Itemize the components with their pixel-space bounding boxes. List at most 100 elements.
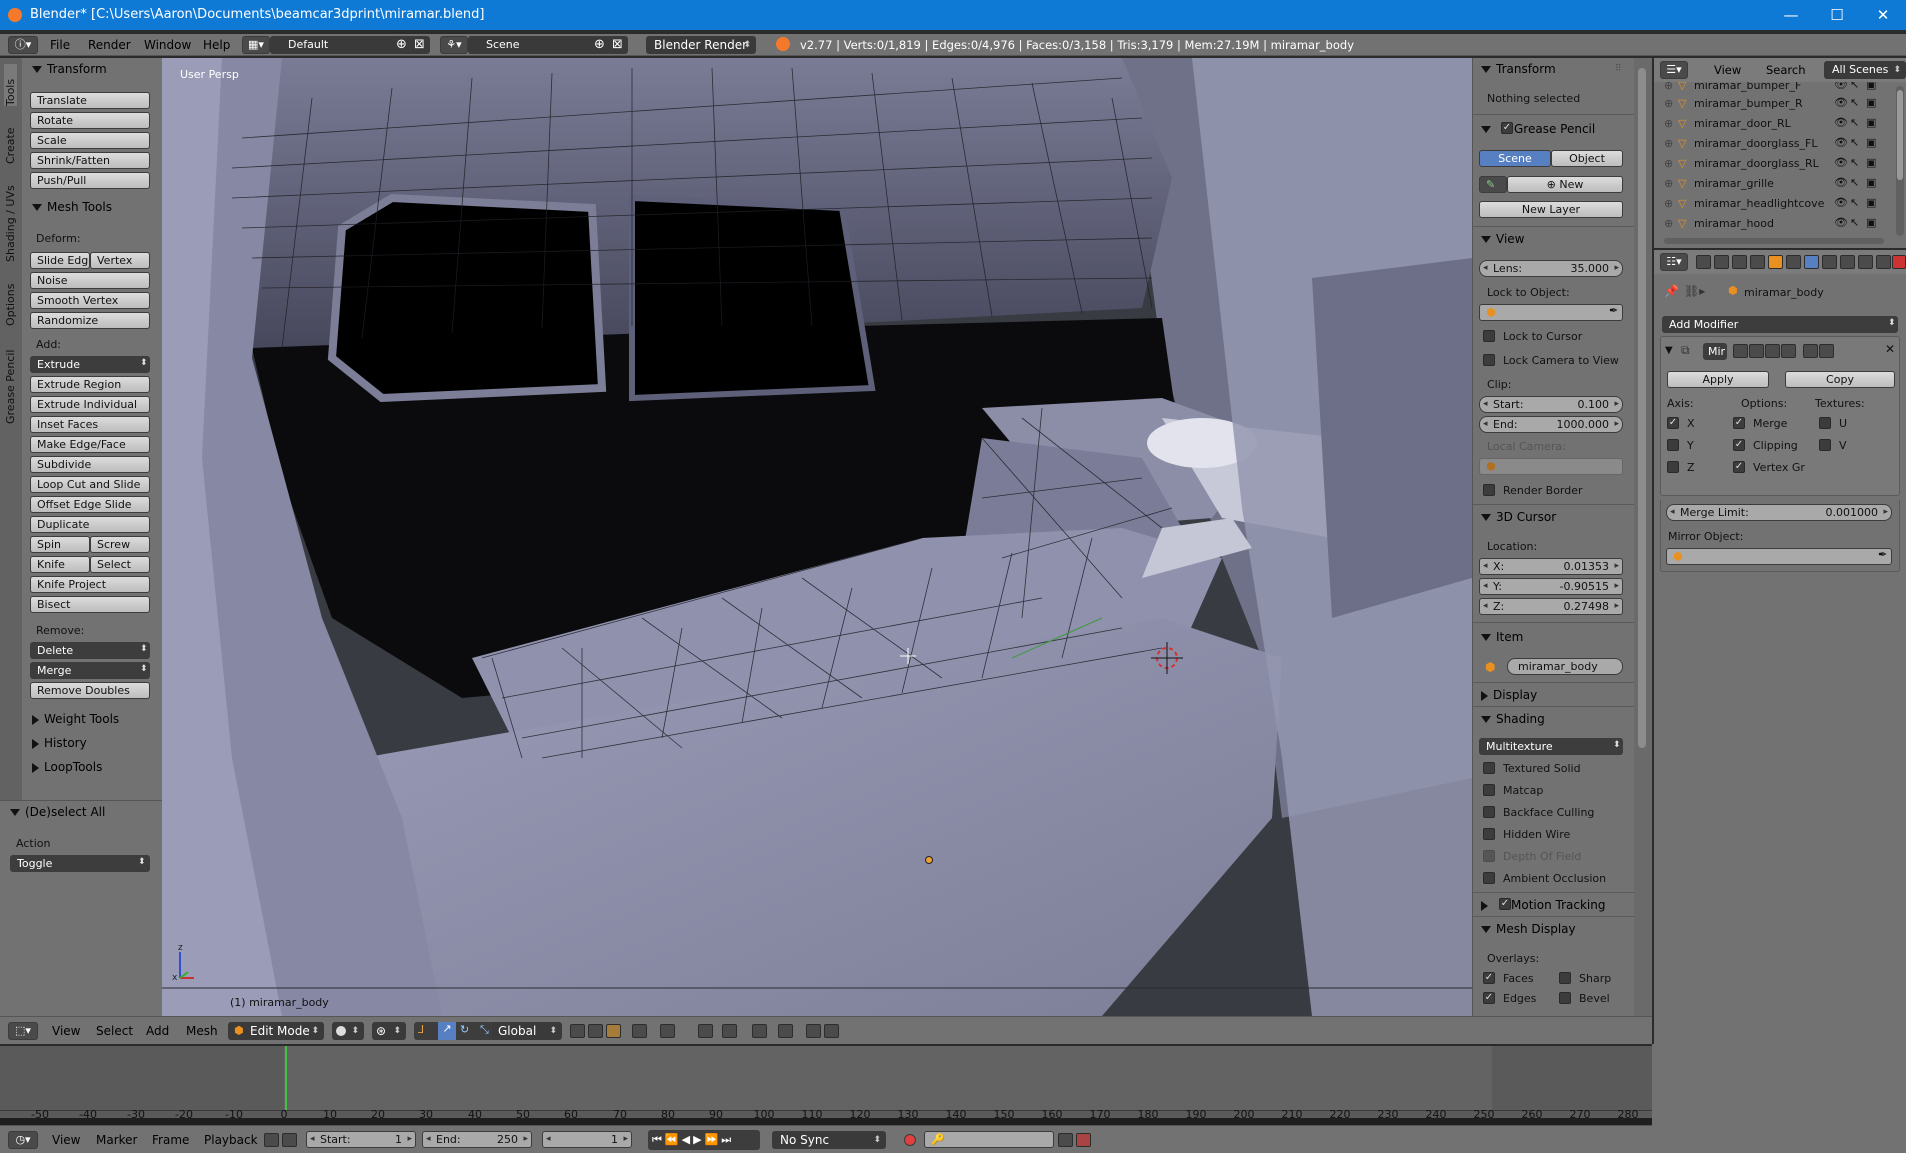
render-icon[interactable]: ▣ — [1866, 216, 1876, 229]
lock-cursor-checkbox[interactable] — [1483, 330, 1495, 342]
playback-menu[interactable]: Playback — [204, 1133, 258, 1147]
axis-z-checkbox[interactable] — [1667, 461, 1679, 473]
3d-viewport[interactable]: z x User Persp (1) miramar_body — [162, 58, 1472, 1016]
transform-panel-header[interactable]: Transform — [32, 62, 107, 76]
smooth-vertex-button[interactable]: Smooth Vertex — [30, 292, 150, 309]
physics-tab-icon[interactable] — [1892, 255, 1906, 269]
tab-grease-pencil[interactable]: Grease Pencil — [4, 334, 17, 424]
translate-manipulator-icon[interactable]: ↗ — [438, 1022, 456, 1040]
merge-checkbox[interactable]: ✓ — [1733, 417, 1745, 429]
record-icon[interactable] — [904, 1134, 916, 1146]
looptools-header[interactable]: LoopTools — [32, 760, 102, 774]
tab-create[interactable]: Create — [4, 114, 17, 164]
outliner-editor-icon[interactable]: ☰▾ — [1660, 61, 1688, 79]
outliner-hscrollbar[interactable] — [1664, 238, 1884, 244]
loop-cut-button[interactable]: Loop Cut and Slide — [30, 476, 150, 493]
offset-edge-slide-button[interactable]: Offset Edge Slide — [30, 496, 150, 513]
gp-scene-button[interactable]: Scene — [1479, 150, 1551, 167]
faces-checkbox[interactable]: ✓ — [1483, 972, 1495, 984]
properties-editor-icon[interactable]: ☷▾ — [1660, 253, 1688, 271]
screen-layout-icon[interactable]: ▦▾ — [242, 36, 270, 54]
current-frame-indicator[interactable] — [285, 1046, 287, 1110]
data-tab-icon[interactable] — [1822, 255, 1837, 269]
manipulator-icon[interactable]: ⅃ — [418, 1023, 424, 1036]
gp-object-button[interactable]: Object — [1551, 150, 1623, 167]
subdivide-button[interactable]: Subdivide — [30, 456, 150, 473]
rotate-button[interactable]: Rotate — [30, 112, 150, 129]
render-border-checkbox[interactable] — [1483, 484, 1495, 496]
visibility-icon[interactable]: 👁 — [1834, 216, 1848, 229]
timeline-editor-icon[interactable]: ◷▾ — [8, 1131, 38, 1149]
play-icon[interactable]: ▶ — [693, 1133, 704, 1146]
new-layer-button[interactable]: New Layer — [1479, 201, 1623, 218]
history-header[interactable]: History — [32, 736, 87, 750]
object-tab-icon[interactable] — [1768, 255, 1783, 269]
outliner-item[interactable]: ⊕ ▽ miramar_doorglass_RL 👁 ↖ ▣ — [1654, 154, 1892, 174]
visibility-icon[interactable]: 👁 — [1834, 116, 1848, 129]
jump-end-icon[interactable]: ⏭ — [721, 1133, 734, 1146]
render-icon[interactable]: ▣ — [1866, 82, 1876, 91]
modifier-name-field[interactable]: Mir — [1703, 343, 1727, 360]
texture-tab-icon[interactable] — [1858, 255, 1873, 269]
visibility-icon[interactable]: 👁 — [1834, 196, 1848, 209]
slide-edge-button[interactable]: Slide Edge — [30, 252, 90, 269]
operator-header[interactable]: (De)select All — [10, 805, 105, 819]
gp-new-button[interactable]: ⊕ New — [1507, 176, 1623, 193]
select-arrow-icon[interactable]: ↖ — [1850, 136, 1859, 149]
opengl-render-icon[interactable] — [778, 1024, 793, 1038]
menu-window[interactable]: Window — [144, 38, 191, 52]
snap-toggle-icon[interactable] — [698, 1024, 713, 1038]
clip-end-field[interactable]: End: 1000.000 — [1479, 416, 1623, 433]
vertex-slide-button[interactable]: Vertex — [90, 252, 150, 269]
jump-keyframe-back-icon[interactable]: ⏪ — [665, 1133, 682, 1146]
weight-tools-header[interactable]: Weight Tools — [32, 712, 119, 726]
copy-button[interactable]: Copy — [1785, 371, 1895, 388]
np-transform-header[interactable]: Transform — [1481, 62, 1556, 76]
particles-tab-icon[interactable] — [1876, 255, 1891, 269]
tab-shading-uvs[interactable]: Shading / UVs — [4, 172, 17, 262]
render-animation-icon[interactable] — [806, 1024, 821, 1038]
jump-start-icon[interactable]: ⏮ — [652, 1133, 665, 1146]
play-reverse-icon[interactable]: ◀ — [682, 1133, 693, 1146]
snap-target-icon[interactable] — [752, 1024, 767, 1038]
select-arrow-icon[interactable]: ↖ — [1850, 196, 1859, 209]
axis-y-checkbox[interactable] — [1667, 439, 1679, 451]
maximize-button[interactable]: ☐ — [1814, 0, 1860, 30]
world-tab-icon[interactable] — [1750, 255, 1765, 269]
select-arrow-icon[interactable]: ↖ — [1850, 116, 1859, 129]
tab-tools[interactable]: Tools — [4, 64, 17, 106]
visibility-icon[interactable]: 👁 — [1834, 82, 1848, 91]
render-icon[interactable]: ▣ — [1866, 136, 1876, 149]
delete-layout-icon[interactable]: ⊠ — [414, 37, 425, 52]
drag-grip-icon[interactable]: ⠿ — [1615, 64, 1622, 74]
face-select-icon[interactable] — [606, 1024, 621, 1038]
extrude-individual-button[interactable]: Extrude Individual — [30, 396, 150, 413]
delete-keyframe-icon[interactable] — [1076, 1133, 1091, 1147]
menu-help[interactable]: Help — [203, 38, 230, 52]
outliner-item[interactable]: ⊕ ▽ miramar_bumper_R 👁 ↖ ▣ — [1654, 94, 1892, 114]
add-layout-icon[interactable]: ⊕ — [396, 37, 407, 52]
cage-toggle-icon[interactable] — [1781, 344, 1796, 358]
texture-v-checkbox[interactable] — [1819, 439, 1831, 451]
outliner-scope-select[interactable]: All Scenes — [1824, 61, 1906, 79]
render-toggle-icon[interactable] — [1733, 344, 1748, 358]
snap-element-icon[interactable] — [722, 1024, 737, 1038]
npanel-scroll-thumb[interactable] — [1638, 68, 1646, 748]
move-up-icon[interactable] — [1803, 344, 1818, 358]
matcap-checkbox[interactable] — [1483, 784, 1495, 796]
add-menu[interactable]: Add — [146, 1024, 169, 1038]
render-engine-select[interactable]: Blender Render — [646, 36, 756, 54]
remove-modifier-icon[interactable]: ✕ — [1885, 342, 1895, 356]
shading-mode-select[interactable]: Multitexture — [1479, 738, 1623, 755]
lock-camera-checkbox[interactable] — [1483, 354, 1495, 366]
outliner-item[interactable]: ⊕ ▽ miramar_grille 👁 ↖ ▣ — [1654, 174, 1892, 194]
rotate-manipulator-icon[interactable]: ↻ — [460, 1023, 469, 1036]
sharp-checkbox[interactable] — [1559, 972, 1571, 984]
constraints-tab-icon[interactable] — [1786, 255, 1801, 269]
add-scene-icon[interactable]: ⊕ — [594, 37, 605, 52]
outliner-view-menu[interactable]: View — [1714, 63, 1741, 77]
current-frame-field[interactable]: 1 — [542, 1131, 632, 1148]
keying-set-field[interactable]: 🔑 — [924, 1131, 1054, 1148]
randomize-button[interactable]: Randomize — [30, 312, 150, 329]
np-view-header[interactable]: View — [1481, 232, 1524, 246]
